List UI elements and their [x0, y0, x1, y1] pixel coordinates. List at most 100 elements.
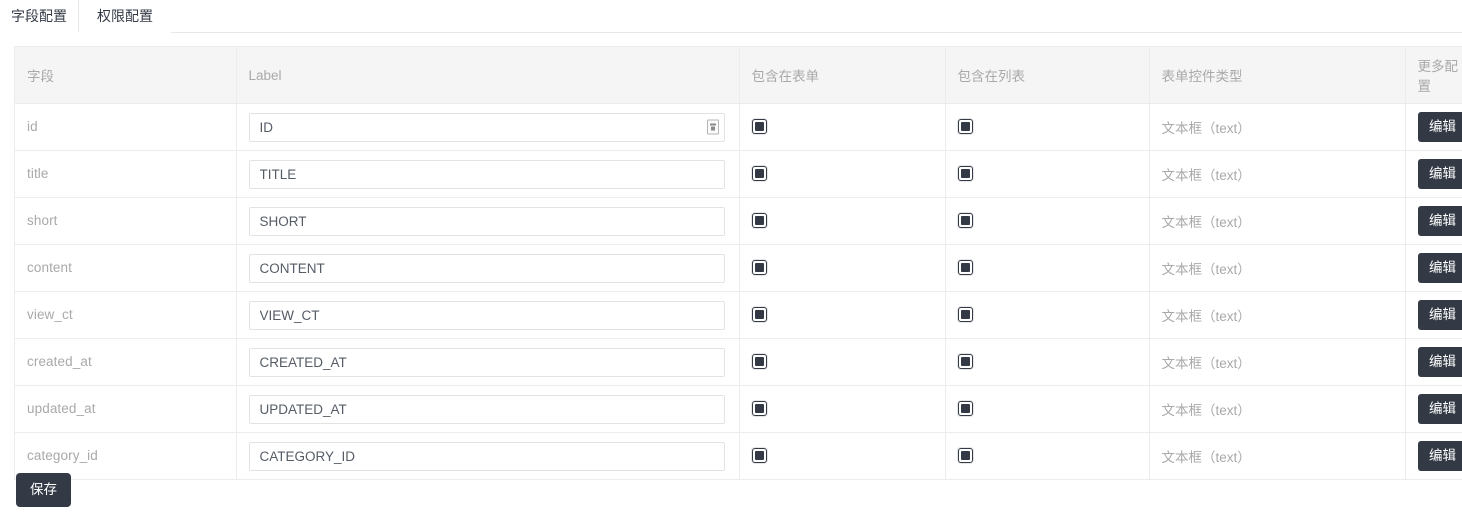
label-input-view_ct[interactable] — [248, 300, 725, 330]
table-row: title 文本框（text） 编辑 — [15, 150, 1462, 198]
table-row: created_at 文本框（text） 编辑 — [15, 338, 1462, 386]
cell-label-input — [236, 291, 740, 339]
checkbox-include-in-list-title[interactable] — [957, 166, 973, 182]
cell-include-in-list — [945, 103, 1150, 151]
widget-type-text: 文本框（text） — [1161, 167, 1251, 183]
cell-more-config: 编辑 — [1405, 197, 1462, 245]
cell-include-in-form — [739, 338, 946, 386]
column-header-field: 字段 — [15, 47, 237, 104]
edit-button-created_at[interactable]: 编辑 — [1417, 347, 1462, 377]
checkbox-include-in-form-title[interactable] — [751, 166, 767, 182]
cell-include-in-list — [945, 291, 1150, 339]
field-name-text: id — [27, 119, 38, 134]
field-name-text: short — [27, 213, 58, 228]
checkbox-include-in-form-id[interactable] — [751, 119, 767, 135]
checkbox-include-in-list-updated_at[interactable] — [957, 401, 973, 417]
cell-widget-type: 文本框（text） — [1149, 385, 1406, 433]
table-row: view_ct 文本框（text） 编辑 — [15, 291, 1462, 339]
table-row: id 文本框（text） 编辑 — [15, 103, 1462, 151]
cell-include-in-list — [945, 197, 1150, 245]
checkbox-include-in-list-id[interactable] — [957, 119, 973, 135]
field-name-text: category_id — [27, 448, 98, 463]
cell-label-input — [236, 150, 740, 198]
label-input-created_at[interactable] — [248, 347, 725, 377]
table-row: content 文本框（text） 编辑 — [15, 244, 1462, 292]
widget-type-text: 文本框（text） — [1161, 120, 1251, 136]
field-config-page: 字段配置 权限配置 字段 Label 包含在表单 包含在列表 表单控件类型 更多… — [0, 0, 1462, 518]
cell-label-input — [236, 244, 740, 292]
field-name-text: updated_at — [27, 401, 96, 416]
label-input-title[interactable] — [248, 159, 725, 189]
edit-button-short[interactable]: 编辑 — [1417, 206, 1462, 236]
save-button[interactable]: 保存 — [16, 473, 71, 507]
cell-include-in-list — [945, 244, 1150, 292]
checkbox-include-in-form-created_at[interactable] — [751, 354, 767, 370]
widget-type-text: 文本框（text） — [1161, 355, 1251, 371]
cell-more-config: 编辑 — [1405, 103, 1462, 151]
checkbox-include-in-list-view_ct[interactable] — [957, 307, 973, 323]
widget-type-text: 文本框（text） — [1161, 214, 1251, 230]
widget-type-text: 文本框（text） — [1161, 402, 1251, 418]
tab-field-config-label: 字段配置 — [11, 8, 67, 24]
cell-more-config: 编辑 — [1405, 244, 1462, 292]
field-name-text: created_at — [27, 354, 92, 369]
cell-widget-type: 文本框（text） — [1149, 244, 1406, 292]
checkbox-include-in-list-short[interactable] — [957, 213, 973, 229]
cell-include-in-form — [739, 244, 946, 292]
checkbox-include-in-list-category_id[interactable] — [957, 448, 973, 464]
checkbox-include-in-form-category_id[interactable] — [751, 448, 767, 464]
table-row: category_id 文本框（text） 编辑 — [15, 432, 1462, 480]
edit-button-view_ct[interactable]: 编辑 — [1417, 300, 1462, 330]
checkbox-include-in-list-content[interactable] — [957, 260, 973, 276]
cell-label-input — [236, 432, 740, 480]
cell-widget-type: 文本框（text） — [1149, 197, 1406, 245]
label-input-category_id[interactable] — [248, 441, 725, 471]
cell-include-in-list — [945, 432, 1150, 480]
cell-widget-type: 文本框（text） — [1149, 103, 1406, 151]
cell-include-in-form — [739, 291, 946, 339]
cell-include-in-list — [945, 385, 1150, 433]
column-header-more: 更多配置 — [1405, 47, 1462, 104]
cell-include-in-form — [739, 385, 946, 433]
edit-button-id[interactable]: 编辑 — [1417, 112, 1462, 142]
tab-permission-config-label: 权限配置 — [97, 8, 153, 24]
label-input-id[interactable] — [248, 112, 725, 142]
checkbox-include-in-form-short[interactable] — [751, 213, 767, 229]
cell-more-config: 编辑 — [1405, 150, 1462, 198]
field-name-text: view_ct — [27, 307, 73, 322]
edit-button-content[interactable]: 编辑 — [1417, 253, 1462, 283]
tab-permission-config[interactable]: 权限配置 — [79, 0, 171, 33]
cell-field-name: short — [15, 197, 237, 245]
label-input-short[interactable] — [248, 206, 725, 236]
column-header-in-form: 包含在表单 — [739, 47, 946, 104]
edit-button-title[interactable]: 编辑 — [1417, 159, 1462, 189]
cell-label-input — [236, 338, 740, 386]
cell-widget-type: 文本框（text） — [1149, 150, 1406, 198]
widget-type-text: 文本框（text） — [1161, 308, 1251, 324]
label-input-updated_at[interactable] — [248, 394, 725, 424]
column-header-in-list: 包含在列表 — [945, 47, 1150, 104]
cell-field-name: view_ct — [15, 291, 237, 339]
checkbox-include-in-list-created_at[interactable] — [957, 354, 973, 370]
cell-label-input — [236, 103, 740, 151]
checkbox-include-in-form-content[interactable] — [751, 260, 767, 276]
edit-button-updated_at[interactable]: 编辑 — [1417, 394, 1462, 424]
label-input-content[interactable] — [248, 253, 725, 283]
tab-bar: 字段配置 权限配置 — [0, 0, 1462, 33]
cell-field-name: content — [15, 244, 237, 292]
column-header-widget-type: 表单控件类型 — [1149, 47, 1406, 104]
edit-button-category_id[interactable]: 编辑 — [1417, 441, 1462, 471]
resize-handle-icon[interactable] — [706, 119, 719, 135]
tab-field-config[interactable]: 字段配置 — [0, 0, 79, 33]
table-header-row: 字段 Label 包含在表单 包含在列表 表单控件类型 更多配置 — [15, 47, 1462, 104]
cell-widget-type: 文本框（text） — [1149, 291, 1406, 339]
cell-more-config: 编辑 — [1405, 338, 1462, 386]
cell-include-in-form — [739, 103, 946, 151]
cell-label-input — [236, 197, 740, 245]
field-config-table-wrapper: 字段 Label 包含在表单 包含在列表 表单控件类型 更多配置 id 文本框（t… — [14, 46, 1462, 480]
cell-include-in-list — [945, 150, 1150, 198]
cell-include-in-list — [945, 338, 1150, 386]
checkbox-include-in-form-view_ct[interactable] — [751, 307, 767, 323]
widget-type-text: 文本框（text） — [1161, 449, 1251, 465]
checkbox-include-in-form-updated_at[interactable] — [751, 401, 767, 417]
